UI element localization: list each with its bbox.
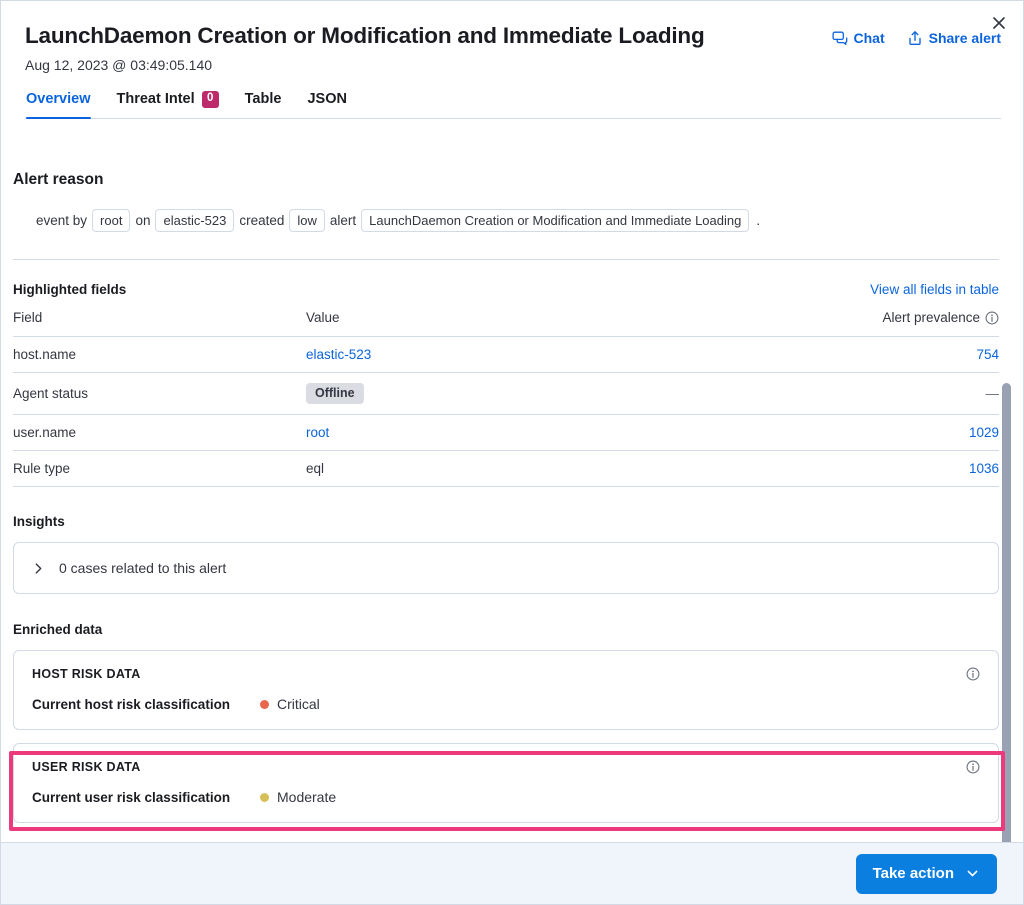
alert-reason-sentence: event by root on elastic-523 created low… (36, 209, 999, 232)
table-row: Agent status Offline — (13, 373, 999, 415)
tab-threat-intel[interactable]: Threat Intel 0 (117, 90, 219, 118)
field-name-rule-type: Rule type (13, 451, 306, 487)
field-prevalence-user-name[interactable]: 1029 (749, 415, 999, 451)
user-name-link[interactable]: root (306, 425, 329, 440)
field-prevalence-agent-status: — (749, 373, 999, 415)
field-name-agent-status: Agent status (13, 373, 306, 415)
header-actions: Chat Share alert (832, 21, 1002, 46)
user-risk-classification-value: Moderate (260, 789, 336, 805)
related-cases-row[interactable]: 0 cases related to this alert (14, 543, 998, 593)
highlighted-fields-section: Highlighted fields View all fields in ta… (13, 260, 999, 487)
status-badge: Offline (306, 383, 364, 404)
reason-text-event-by: event by (36, 211, 87, 231)
host-name-link[interactable]: elastic-523 (306, 347, 371, 362)
field-value-user-name: root (306, 415, 749, 451)
column-header-field: Field (13, 310, 306, 337)
title-row: LaunchDaemon Creation or Modification an… (25, 21, 1001, 51)
flyout-header: LaunchDaemon Creation or Modification an… (1, 1, 1023, 119)
reason-chip-user[interactable]: root (92, 209, 130, 232)
user-risk-classification-label: Current user risk classification (32, 790, 260, 805)
highlighted-fields-header: Highlighted fields View all fields in ta… (13, 260, 999, 297)
insights-panel: 0 cases related to this alert (13, 542, 999, 594)
field-value-host-name: elastic-523 (306, 337, 749, 373)
field-prevalence-host-name[interactable]: 754 (749, 337, 999, 373)
tab-threat-intel-label: Threat Intel (117, 90, 195, 108)
reason-text-alert: alert (330, 211, 356, 231)
tab-json-label: JSON (307, 90, 347, 108)
info-icon[interactable] (985, 311, 999, 325)
host-risk-classification-row: Current host risk classification Critica… (32, 696, 980, 712)
scrollbar-thumb[interactable] (1002, 383, 1011, 842)
reason-chip-rule-name[interactable]: LaunchDaemon Creation or Modification an… (361, 209, 749, 232)
enriched-data-section: Enriched data HOST RISK DATA (13, 594, 999, 823)
alert-reason-title: Alert reason (13, 171, 999, 189)
alert-reason-section: Alert reason event by root on elastic-52… (13, 119, 999, 232)
column-header-prevalence: Alert prevalence (749, 310, 999, 337)
take-action-button[interactable]: Take action (856, 854, 997, 894)
tab-table[interactable]: Table (245, 90, 282, 118)
insights-section: Insights 0 cases related to this alert (13, 487, 999, 594)
reason-text-period: . (756, 211, 760, 231)
info-icon[interactable] (966, 667, 980, 681)
chevron-down-icon (965, 866, 980, 881)
host-risk-data-header: HOST RISK DATA (32, 667, 980, 681)
host-risk-classification-label: Current host risk classification (32, 697, 260, 712)
close-icon[interactable] (987, 11, 1011, 35)
alert-timestamp: Aug 12, 2023 @ 03:49:05.140 (25, 57, 1001, 73)
column-header-value: Value (306, 310, 749, 337)
field-name-host-name: host.name (13, 337, 306, 373)
tab-bar: Overview Threat Intel 0 Table JSON (25, 90, 1001, 119)
share-icon (907, 30, 923, 46)
highlighted-fields-table: Field Value Alert prevalence (13, 310, 999, 487)
highlighted-fields-title: Highlighted fields (13, 282, 126, 297)
info-icon[interactable] (966, 760, 980, 774)
table-header-row: Field Value Alert prevalence (13, 310, 999, 337)
flyout-footer: Take action (1, 842, 1023, 904)
host-risk-data-panel: HOST RISK DATA Current host risk classif… (13, 650, 999, 730)
column-header-prevalence-label: Alert prevalence (882, 310, 980, 325)
take-action-label: Take action (873, 865, 954, 882)
threat-intel-count-badge: 0 (202, 91, 219, 108)
user-risk-data-title: USER RISK DATA (32, 760, 141, 774)
vertical-scrollbar[interactable] (1002, 383, 1011, 842)
field-value-agent-status: Offline (306, 373, 749, 415)
reason-chip-severity[interactable]: low (289, 209, 325, 232)
table-row: host.name elastic-523 754 (13, 337, 999, 373)
table-row: Rule type eql 1036 (13, 451, 999, 487)
tab-overview-label: Overview (26, 90, 91, 108)
risk-severity-dot (260, 700, 269, 709)
field-name-user-name: user.name (13, 415, 306, 451)
insights-title: Insights (13, 514, 999, 529)
host-risk-data-title: HOST RISK DATA (32, 667, 141, 681)
user-risk-data-panel: USER RISK DATA Current user risk classif… (13, 743, 999, 823)
risk-severity-dot (260, 793, 269, 802)
tab-overview[interactable]: Overview (26, 90, 91, 118)
host-risk-classification-value: Critical (260, 696, 320, 712)
tab-table-label: Table (245, 90, 282, 108)
user-risk-classification-text: Moderate (277, 789, 336, 805)
related-cases-label: 0 cases related to this alert (59, 560, 226, 576)
enriched-data-title: Enriched data (13, 622, 999, 637)
reason-text-created: created (239, 211, 284, 231)
field-value-rule-type: eql (306, 451, 749, 487)
host-risk-classification-text: Critical (277, 696, 320, 712)
chat-label: Chat (854, 30, 885, 46)
alert-details-flyout: LaunchDaemon Creation or Modification an… (0, 0, 1024, 905)
chevron-right-icon (32, 562, 45, 575)
reason-text-on: on (135, 211, 150, 231)
overview-content: Alert reason event by root on elastic-52… (1, 119, 1023, 842)
view-all-fields-link[interactable]: View all fields in table (870, 282, 999, 297)
user-risk-classification-row: Current user risk classification Moderat… (32, 789, 980, 805)
page-title: LaunchDaemon Creation or Modification an… (25, 21, 705, 51)
user-risk-data-header: USER RISK DATA (32, 760, 980, 774)
tab-json[interactable]: JSON (307, 90, 347, 118)
field-prevalence-rule-type[interactable]: 1036 (749, 451, 999, 487)
chat-button[interactable]: Chat (832, 30, 885, 46)
table-row: user.name root 1029 (13, 415, 999, 451)
reason-chip-host[interactable]: elastic-523 (155, 209, 234, 232)
chat-icon (832, 30, 848, 46)
